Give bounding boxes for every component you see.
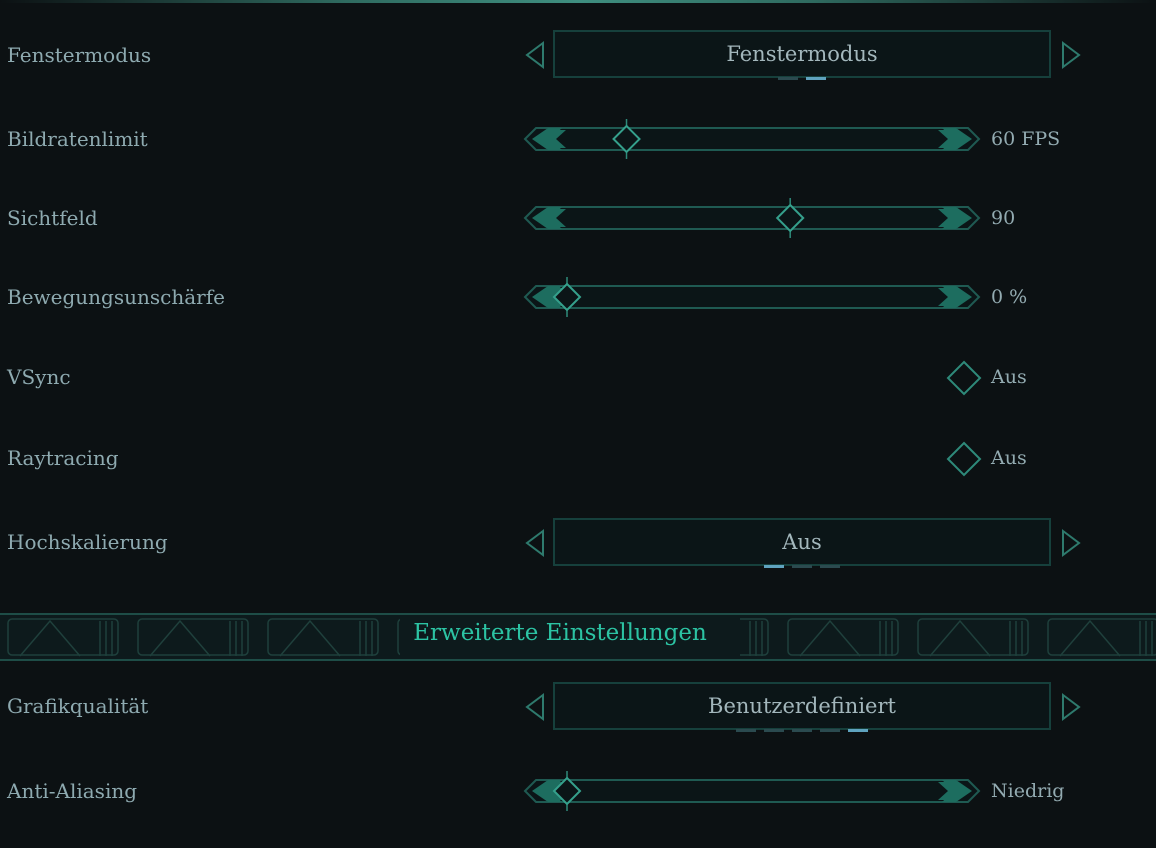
setting-row-antialiasing: Anti-Aliasing Niedrig <box>0 771 1156 811</box>
option-selector[interactable]: Aus <box>553 518 1051 568</box>
option-selector[interactable]: Fenstermodus <box>553 30 1051 80</box>
setting-row-fov: Sichtfeld 90 <box>0 198 1156 238</box>
setting-label: Sichtfeld <box>7 206 98 230</box>
setting-row-framerate: Bildratenlimit 60 FPS <box>0 119 1156 159</box>
option-dot <box>792 729 812 732</box>
setting-row-upscaling: Hochskalierung Aus <box>0 518 1156 572</box>
option-dot <box>820 729 840 732</box>
prev-option-icon[interactable] <box>524 40 546 70</box>
setting-label: VSync <box>7 365 71 389</box>
setting-value: Aus <box>991 447 1027 469</box>
setting-row-window-mode: Fenstermodus Fenstermodus <box>0 30 1156 84</box>
setting-row-vsync: VSync Aus <box>0 359 1156 399</box>
slider-track <box>523 285 981 309</box>
fov-slider[interactable] <box>522 198 982 238</box>
option-value: Fenstermodus <box>726 42 878 66</box>
setting-label: Raytracing <box>7 446 119 470</box>
option-indicator <box>555 77 1049 80</box>
setting-value: 60 FPS <box>991 128 1061 150</box>
setting-value: Niedrig <box>991 780 1065 802</box>
setting-value: 90 <box>991 207 1016 229</box>
top-divider <box>0 0 1156 3</box>
setting-label: Fenstermodus <box>7 43 152 67</box>
antialiasing-slider[interactable] <box>522 771 982 811</box>
option-dot <box>848 729 868 732</box>
setting-label: Bewegungsunschärfe <box>7 285 225 309</box>
option-dot <box>736 729 756 732</box>
vsync-toggle-icon[interactable] <box>946 360 982 396</box>
slider-track <box>523 779 981 803</box>
option-indicator <box>555 565 1049 568</box>
option-value: Aus <box>782 530 822 554</box>
section-header: Erweiterte Einstellungen <box>0 613 1156 661</box>
option-dot <box>792 565 812 568</box>
setting-row-motion-blur: Bewegungsunschärfe 0 % <box>0 277 1156 317</box>
slider-track <box>523 127 981 151</box>
raytracing-toggle-icon[interactable] <box>946 441 982 477</box>
setting-row-quality: Grafikqualität Benutzerdefiniert <box>0 682 1156 736</box>
option-indicator <box>555 729 1049 732</box>
option-dot <box>778 77 798 80</box>
section-title: Erweiterte Einstellungen <box>413 620 707 646</box>
next-option-icon[interactable] <box>1060 40 1082 70</box>
setting-value: Aus <box>991 366 1027 388</box>
slider-track <box>523 206 981 230</box>
option-dot <box>820 565 840 568</box>
motion-blur-slider[interactable] <box>522 277 982 317</box>
option-dot <box>764 565 784 568</box>
prev-option-icon[interactable] <box>524 528 546 558</box>
option-value: Benutzerdefiniert <box>708 694 896 718</box>
setting-label: Grafikqualität <box>7 694 149 718</box>
option-dot <box>764 729 784 732</box>
setting-label: Hochskalierung <box>7 530 168 554</box>
framerate-slider[interactable] <box>522 119 982 159</box>
next-option-icon[interactable] <box>1060 692 1082 722</box>
setting-label: Anti-Aliasing <box>7 779 138 803</box>
option-dot <box>806 77 826 80</box>
option-selector[interactable]: Benutzerdefiniert <box>553 682 1051 732</box>
setting-row-raytracing: Raytracing Aus <box>0 440 1156 480</box>
setting-label: Bildratenlimit <box>7 127 148 151</box>
prev-option-icon[interactable] <box>524 692 546 722</box>
next-option-icon[interactable] <box>1060 528 1082 558</box>
setting-value: 0 % <box>991 286 1028 308</box>
